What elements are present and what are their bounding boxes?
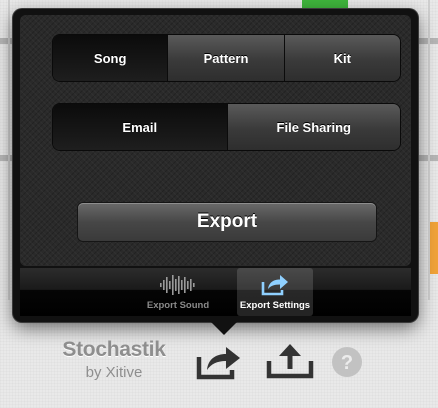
popover-tab-bar: Export Sound Export Settings bbox=[20, 268, 411, 316]
tab-export-settings[interactable]: Export Settings bbox=[237, 268, 313, 316]
segment-pattern[interactable]: Pattern bbox=[168, 35, 285, 81]
export-button[interactable]: Export bbox=[78, 203, 376, 241]
waveform-icon bbox=[159, 273, 197, 302]
tab-label: Export Settings bbox=[239, 300, 311, 311]
segment-email[interactable]: Email bbox=[53, 104, 228, 150]
segment-file-sharing[interactable]: File Sharing bbox=[227, 104, 400, 150]
popover-content: Song Pattern Kit Email File Sharing Expo… bbox=[20, 15, 411, 266]
segment-song[interactable]: Song bbox=[53, 35, 169, 81]
share-arrow-icon[interactable] bbox=[196, 344, 244, 385]
share-arrow-icon bbox=[260, 273, 290, 302]
upload-icon[interactable] bbox=[266, 343, 314, 384]
tab-export-sound[interactable]: Export Sound bbox=[140, 268, 216, 316]
brand-logo: Stochastik by Xitive bbox=[58, 338, 170, 381]
content-type-segmented-control: Song Pattern Kit bbox=[53, 35, 400, 81]
svg-text:?: ? bbox=[341, 352, 353, 374]
brand-byline: by Xitive bbox=[85, 364, 143, 381]
help-icon[interactable]: ? bbox=[331, 346, 363, 383]
segment-kit[interactable]: Kit bbox=[284, 35, 400, 81]
export-popover: Song Pattern Kit Email File Sharing Expo… bbox=[13, 9, 418, 322]
tab-label: Export Sound bbox=[146, 300, 210, 311]
background-column bbox=[8, 0, 10, 300]
brand-name: Stochastik bbox=[62, 338, 166, 361]
background-column bbox=[428, 0, 430, 300]
popover-arrow bbox=[209, 320, 239, 335]
destination-segmented-control: Email File Sharing bbox=[53, 104, 400, 150]
